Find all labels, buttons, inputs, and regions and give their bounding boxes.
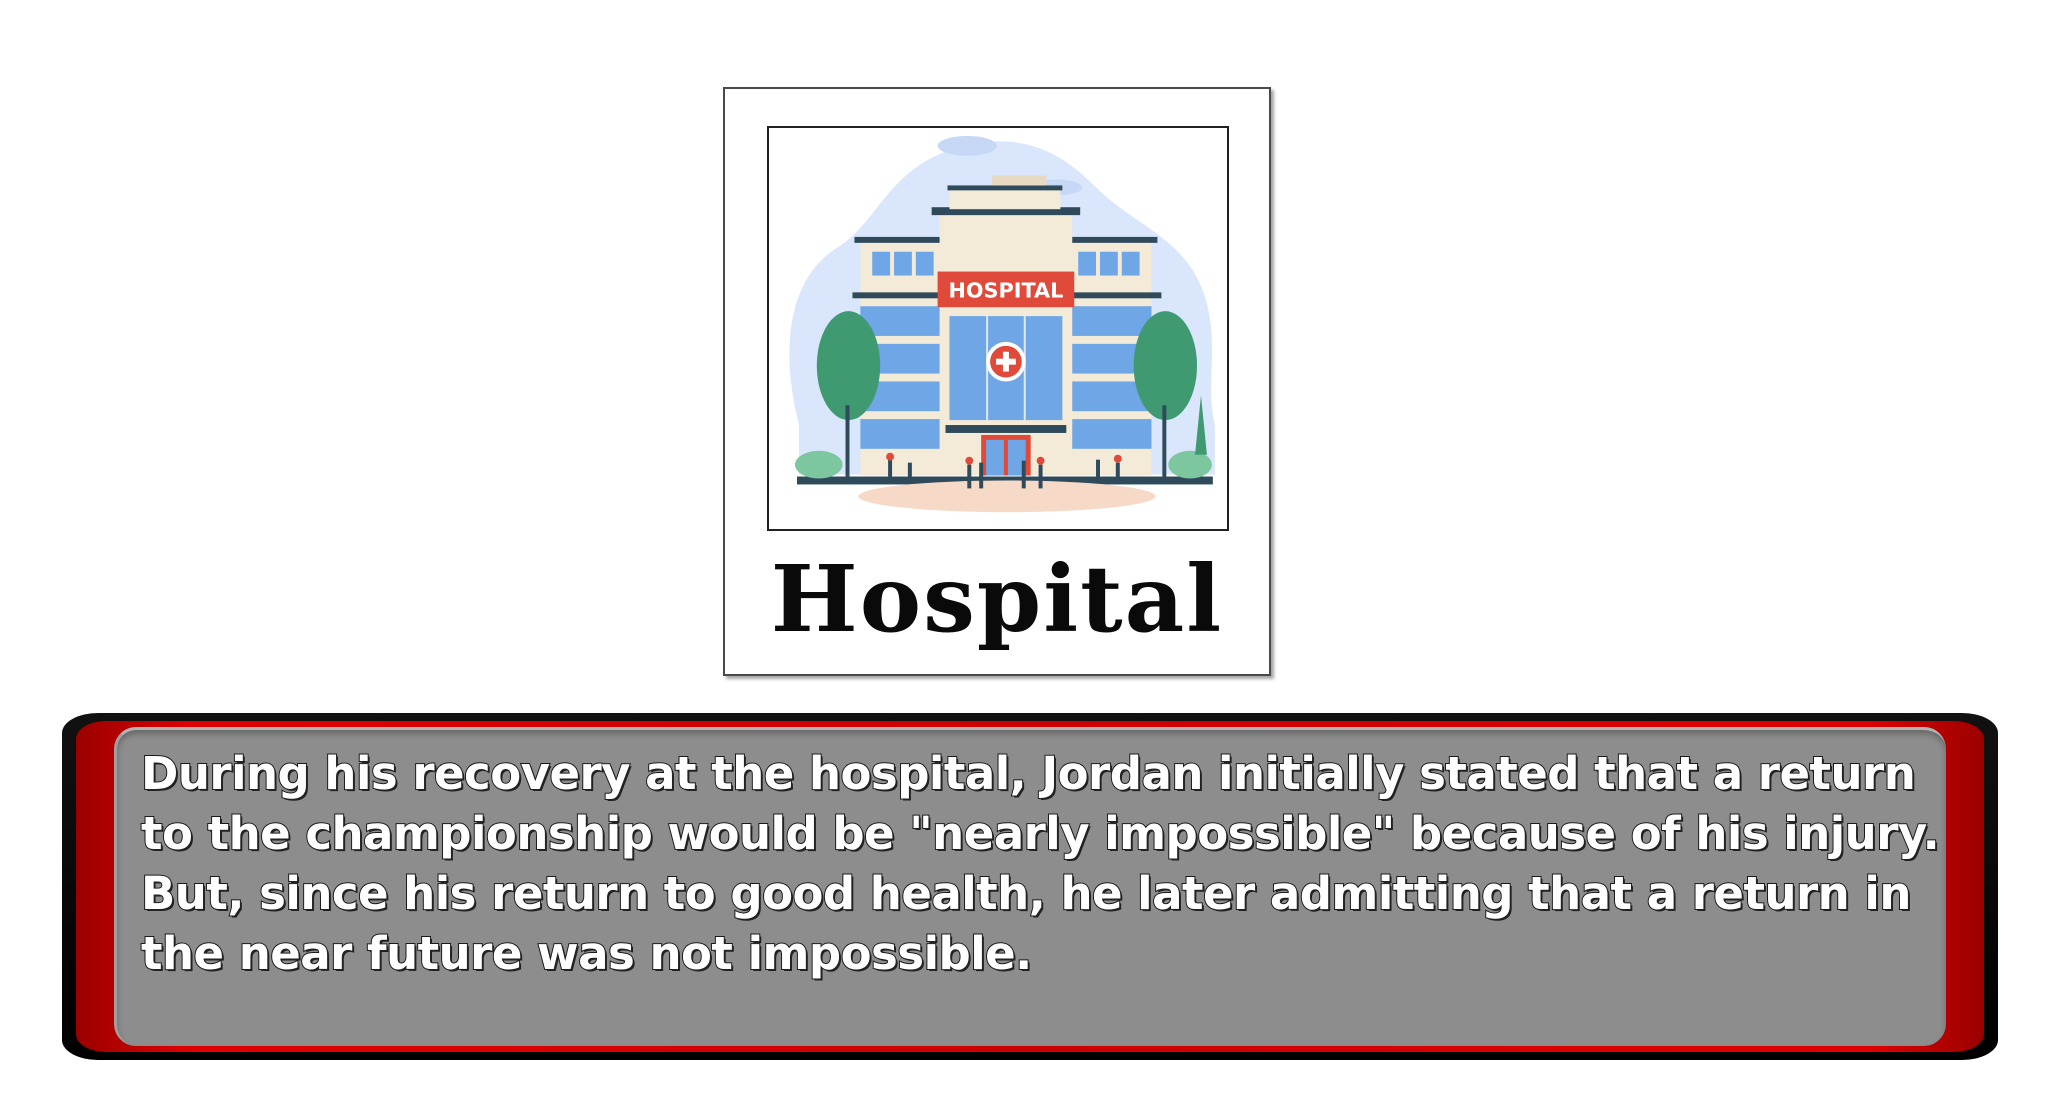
polaroid-card: HOSPITAL Hospital: [723, 87, 1271, 676]
slide: HOSPITAL Hospital During his recovery at…: [0, 0, 2048, 1111]
hospital-sign-text: HOSPITAL: [948, 278, 1063, 302]
banner-text: During his recovery at the hospital, Jor…: [140, 746, 1941, 981]
hospital-illustration: HOSPITAL: [767, 126, 1229, 531]
polaroid-caption: Hospital: [770, 545, 1224, 653]
